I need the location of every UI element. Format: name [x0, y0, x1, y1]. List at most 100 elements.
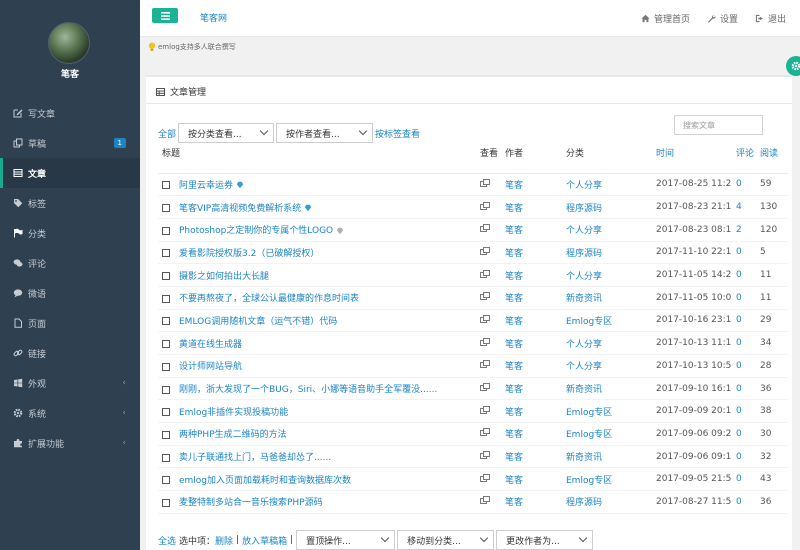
comment-count-link[interactable]: 2: [736, 225, 742, 235]
logout-link[interactable]: 退出: [755, 12, 786, 25]
comment-count-link[interactable]: 4: [736, 202, 742, 212]
view-cell[interactable]: [476, 309, 501, 333]
category-link[interactable]: 个人分享: [566, 181, 602, 191]
sidebar-item-1[interactable]: 草稿 1: [0, 128, 140, 158]
sidebar-item-11[interactable]: 扩展功能 ‹: [0, 428, 140, 458]
category-link[interactable]: 程序源码: [566, 498, 602, 508]
comment-count-link[interactable]: 0: [736, 247, 742, 257]
view-cell[interactable]: [476, 467, 501, 492]
article-title-link[interactable]: 阿里云幸运券: [179, 181, 233, 191]
article-title-link[interactable]: 不要再熬夜了，全球公认最健康的作息时间表: [179, 294, 359, 304]
view-cell[interactable]: [476, 173, 501, 197]
sidebar-item-8[interactable]: 链接: [0, 338, 140, 368]
view-cell[interactable]: [476, 354, 501, 378]
comment-count-link[interactable]: 0: [736, 474, 742, 484]
comment-count-link[interactable]: 0: [736, 361, 742, 371]
author-link[interactable]: 笔客: [505, 476, 523, 486]
article-title-link[interactable]: 设计师网站导航: [179, 362, 242, 372]
category-link[interactable]: 个人分享: [566, 272, 602, 282]
sidebar-item-5[interactable]: 评论: [0, 248, 140, 278]
comment-count-link[interactable]: 0: [736, 270, 742, 280]
admin-home-link[interactable]: 管理首页: [641, 12, 690, 25]
article-title-link[interactable]: EMLOG调用随机文章（运气不错）代码: [179, 317, 337, 327]
sidebar-item-6[interactable]: 微语: [0, 278, 140, 308]
sidebar-item-2[interactable]: 文章: [0, 158, 140, 188]
comment-count-link[interactable]: 0: [736, 497, 742, 507]
row-checkbox[interactable]: [162, 362, 170, 371]
category-link[interactable]: 新奇资讯: [566, 453, 602, 463]
view-cell[interactable]: [476, 218, 501, 242]
article-title-link[interactable]: 摄影之如何拍出大长腿: [179, 272, 269, 282]
view-cell[interactable]: [476, 377, 501, 401]
article-title-link[interactable]: 笔客VIP高清视频免费解析系统: [179, 204, 301, 214]
row-checkbox[interactable]: [162, 294, 170, 303]
article-title-link[interactable]: Photoshop之定制你的专属个性LOGO: [179, 226, 333, 236]
author-link[interactable]: 笔客: [505, 226, 523, 236]
article-title-link[interactable]: 刚刚，浙大发现了一个BUG，Siri、小娜等语音助手全军覆没......: [179, 385, 437, 395]
author-link[interactable]: 笔客: [505, 430, 523, 440]
category-link[interactable]: Emlog专区: [566, 476, 612, 486]
row-checkbox[interactable]: [162, 317, 170, 326]
article-title-link[interactable]: 卖儿子联通找上门，马爸爸却怂了......: [179, 453, 331, 463]
comment-count-link[interactable]: 0: [736, 338, 742, 348]
comment-count-link[interactable]: 0: [736, 406, 742, 416]
view-cell[interactable]: [476, 195, 501, 219]
sidebar-item-4[interactable]: 分类: [0, 218, 140, 248]
view-cell[interactable]: [476, 422, 501, 446]
author-link[interactable]: 笔客: [505, 453, 523, 463]
author-link[interactable]: 笔客: [505, 317, 523, 327]
author-filter-select[interactable]: 按作者查看...: [276, 123, 374, 143]
move-to-drafts-link[interactable]: 放入草稿箱: [242, 534, 287, 547]
author-link[interactable]: 笔客: [505, 181, 523, 191]
view-cell[interactable]: [476, 490, 501, 514]
sort-by-time-link[interactable]: 时间: [652, 144, 732, 174]
comment-count-link[interactable]: 0: [736, 452, 742, 462]
category-link[interactable]: 新奇资讯: [566, 385, 602, 395]
delete-link[interactable]: 删除: [215, 534, 233, 547]
category-filter-select[interactable]: 按分类查看...: [178, 123, 275, 143]
avatar[interactable]: [48, 22, 90, 64]
comment-count-link[interactable]: 0: [736, 384, 742, 394]
view-cell[interactable]: [476, 445, 501, 469]
author-link[interactable]: 笔客: [505, 385, 523, 395]
row-checkbox[interactable]: [162, 340, 170, 349]
view-cell[interactable]: [476, 263, 501, 287]
article-title-link[interactable]: 黄道在线生成器: [179, 340, 242, 350]
author-link[interactable]: 笔客: [505, 498, 523, 508]
filter-all-link[interactable]: 全部: [158, 127, 176, 140]
select-all-link[interactable]: 全选: [158, 534, 176, 547]
category-link[interactable]: Emlog专区: [566, 430, 612, 440]
comment-count-link[interactable]: 0: [736, 315, 742, 325]
comment-count-link[interactable]: 0: [736, 179, 742, 189]
comment-count-link[interactable]: 0: [736, 429, 742, 439]
article-title-link[interactable]: emlog加入页面加载耗时和查询数据库次数: [179, 476, 351, 486]
category-link[interactable]: 个人分享: [566, 226, 602, 236]
author-link[interactable]: 笔客: [505, 362, 523, 372]
category-link[interactable]: Emlog专区: [566, 317, 612, 327]
author-link[interactable]: 笔客: [505, 272, 523, 282]
sidebar-item-10[interactable]: 系统 ‹: [0, 398, 140, 428]
author-link[interactable]: 笔客: [505, 249, 523, 259]
settings-link[interactable]: 设置: [707, 12, 738, 25]
sidebar-item-3[interactable]: 标签: [0, 188, 140, 218]
comment-count-link[interactable]: 0: [736, 293, 742, 303]
author-link[interactable]: 笔客: [505, 204, 523, 214]
view-cell[interactable]: [476, 331, 501, 355]
author-link[interactable]: 笔客: [505, 294, 523, 304]
row-checkbox[interactable]: [162, 385, 170, 394]
search-input[interactable]: [674, 115, 763, 135]
sort-by-comments-link[interactable]: 评论: [732, 144, 756, 174]
author-link[interactable]: 笔客: [505, 340, 523, 350]
row-checkbox[interactable]: [162, 408, 170, 417]
site-name-link[interactable]: 笔客网: [200, 11, 227, 24]
category-link[interactable]: 个人分享: [566, 362, 602, 372]
sidebar-item-7[interactable]: 页面: [0, 308, 140, 338]
article-title-link[interactable]: Emlog非插件实现投稿功能: [179, 408, 288, 418]
theme-settings-button[interactable]: [786, 56, 800, 76]
author-link[interactable]: 笔客: [505, 408, 523, 418]
pin-action-select[interactable]: 置顶操作...: [296, 530, 396, 550]
row-checkbox[interactable]: [162, 226, 170, 235]
category-link[interactable]: 新奇资讯: [566, 294, 602, 304]
category-link[interactable]: Emlog专区: [566, 408, 612, 418]
row-checkbox[interactable]: [162, 204, 170, 213]
